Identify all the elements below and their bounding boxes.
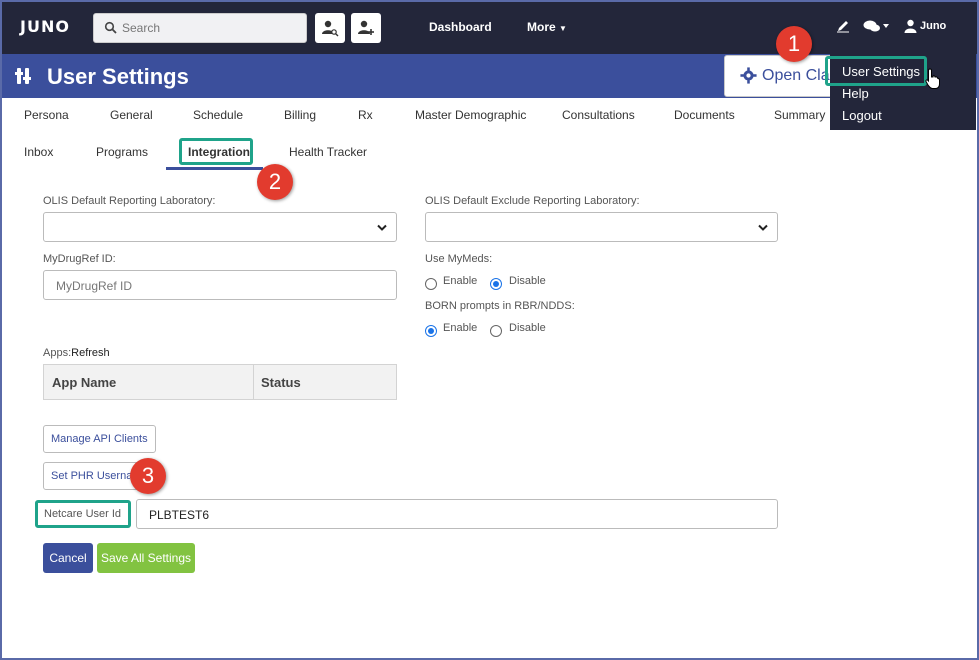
add-patient-button[interactable]	[351, 13, 381, 43]
set-phr-username-button[interactable]: Set PHR Userna	[43, 462, 143, 490]
mymeds-disable-label: Disable	[509, 275, 546, 287]
netcare-label: Netcare User Id	[44, 508, 122, 520]
apps-label-text: Apps:	[43, 347, 72, 359]
mymeds-enable-label: Enable	[443, 275, 478, 287]
mydrugref-placeholder: MyDrugRef ID	[56, 279, 133, 293]
born-enable-radio[interactable]	[425, 325, 437, 337]
netcare-user-id-input[interactable]: PLBTEST6	[136, 499, 778, 529]
callout-1: 1	[776, 26, 812, 62]
nav-dashboard[interactable]: Dashboard	[429, 20, 492, 34]
tab-master-demographic[interactable]: Master Demographic	[415, 108, 526, 122]
search-input[interactable]: Search	[93, 13, 307, 43]
cancel-button[interactable]: Cancel	[43, 543, 93, 573]
tab-inbox[interactable]: Inbox	[24, 145, 53, 159]
born-disable-radio[interactable]	[490, 325, 502, 337]
born-disable-label: Disable	[509, 322, 546, 334]
search-icon	[104, 21, 117, 34]
save-all-settings-button[interactable]: Save All Settings	[97, 543, 195, 573]
mymeds-enable-radio[interactable]	[425, 278, 437, 290]
netcare-label-highlight: Netcare User Id	[35, 500, 131, 528]
apps-col-app-name: App Name	[52, 375, 117, 390]
user-plus-icon	[358, 20, 374, 35]
manage-api-clients-button[interactable]: Manage API Clients	[43, 425, 156, 453]
user-search-icon	[322, 20, 339, 37]
tab-documents[interactable]: Documents	[674, 108, 735, 122]
apps-label: Apps:Refresh	[43, 347, 110, 359]
gear-icon	[740, 67, 757, 84]
menu-item-logout[interactable]: Logout	[842, 108, 882, 123]
search-placeholder: Search	[122, 21, 161, 35]
tab-rx[interactable]: Rx	[358, 108, 373, 122]
tab-consultations[interactable]: Consultations	[562, 108, 635, 122]
integration-tab-highlight	[179, 138, 253, 165]
apps-table: App Name Status	[43, 364, 397, 400]
use-mymeds-label: Use MyMeds:	[425, 253, 493, 265]
nav-more-label: More	[527, 20, 556, 34]
top-navbar: JUNO Search Dashboard More ▼ Juno	[0, 0, 979, 54]
tab-schedule[interactable]: Schedule	[193, 108, 243, 122]
apps-col-status: Status	[261, 375, 301, 390]
tab-health-tracker[interactable]: Health Tracker	[289, 145, 367, 159]
chevron-down-icon	[758, 224, 768, 231]
olis-default-select[interactable]	[43, 212, 397, 242]
olis-default-label: OLIS Default Reporting Laboratory:	[43, 195, 216, 207]
tab-billing[interactable]: Billing	[284, 108, 316, 122]
patient-search-button[interactable]	[315, 13, 345, 43]
mydrugref-input[interactable]: MyDrugRef ID	[43, 270, 397, 300]
open-classic-label: Open Cla	[762, 67, 830, 84]
tab-programs[interactable]: Programs	[96, 145, 148, 159]
olis-exclude-label: OLIS Default Exclude Reporting Laborator…	[425, 195, 640, 207]
chevron-down-icon	[377, 224, 387, 231]
hand-cursor-icon	[925, 68, 940, 89]
callout-3: 3	[130, 458, 166, 494]
caret-down-icon: ▼	[559, 24, 567, 33]
pencil-icon[interactable]	[836, 19, 850, 33]
apps-col-divider	[253, 365, 254, 399]
netcare-user-id-value: PLBTEST6	[149, 508, 210, 522]
tab-general[interactable]: General	[110, 108, 153, 122]
active-tab-indicator	[166, 167, 263, 170]
born-label: BORN prompts in RBR/NDDS:	[425, 300, 575, 312]
mydrugref-label: MyDrugRef ID:	[43, 253, 116, 265]
apps-refresh-link[interactable]: Refresh	[71, 347, 110, 359]
user-icon[interactable]	[904, 19, 917, 33]
tab-summary[interactable]: Summary	[774, 108, 825, 122]
user-menu[interactable]: Juno	[920, 20, 946, 32]
tab-persona[interactable]: Persona	[24, 108, 69, 122]
chat-icon[interactable]	[863, 19, 891, 33]
callout-2: 2	[257, 164, 293, 200]
app-logo[interactable]: JUNO	[20, 17, 70, 36]
born-enable-label: Enable	[443, 322, 478, 334]
olis-exclude-select[interactable]	[425, 212, 778, 242]
mymeds-disable-radio[interactable]	[490, 278, 502, 290]
user-settings-highlight	[825, 56, 927, 86]
page-title: User Settings	[47, 64, 189, 89]
menu-item-help[interactable]: Help	[842, 86, 869, 101]
settings-sliders-icon	[15, 68, 31, 84]
nav-more[interactable]: More ▼	[527, 20, 567, 34]
